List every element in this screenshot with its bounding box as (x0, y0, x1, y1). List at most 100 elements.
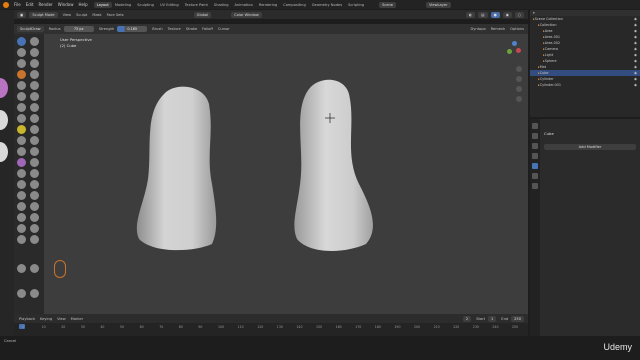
visibility-eye-icon[interactable]: ◉ (634, 71, 637, 75)
workspace-tab-animation[interactable]: Animation (232, 2, 256, 8)
box-mask-icon[interactable] (17, 191, 26, 200)
mask-by-color-icon[interactable] (30, 235, 39, 244)
box-face-set-icon[interactable] (17, 202, 26, 211)
cloth-filter-icon[interactable] (17, 224, 26, 233)
menu-face-sets[interactable]: Face Sets (107, 13, 124, 17)
layer-icon[interactable] (30, 59, 39, 68)
mask-icon[interactable] (17, 180, 26, 189)
fill-icon[interactable] (30, 92, 39, 101)
clay-strips-icon[interactable] (30, 48, 39, 57)
workspace-tab-geometry-nodes[interactable]: Geometry Nodes (309, 2, 345, 8)
scrape-icon[interactable] (17, 103, 26, 112)
workspace-tab-compositing[interactable]: Compositing (280, 2, 309, 8)
render-shading-icon[interactable]: ○ (514, 11, 524, 18)
inflate-icon[interactable] (17, 70, 26, 79)
blob-icon[interactable] (30, 70, 39, 79)
mode-selector[interactable]: Sculpt Mode (29, 11, 58, 18)
draw-brush-icon[interactable] (17, 37, 26, 46)
render-tab-icon[interactable] (532, 133, 538, 139)
edit-face-set-icon[interactable] (17, 235, 26, 244)
visibility-eye-icon[interactable]: ◉ (634, 77, 637, 81)
workspace-tab-sculpting[interactable]: Sculpting (134, 2, 157, 8)
line-project-icon[interactable] (17, 213, 26, 222)
transform-orientation[interactable]: Global (193, 11, 212, 18)
perspective-toggle-icon[interactable] (516, 96, 522, 102)
timeline-marker-menu[interactable]: Marker (71, 317, 83, 321)
visibility-eye-icon[interactable]: ◉ (634, 23, 637, 27)
color-filter-icon[interactable] (30, 224, 39, 233)
menu-view[interactable]: View (63, 13, 72, 17)
current-frame-field[interactable]: 2 (462, 315, 472, 322)
strength-slider[interactable]: 0.165 (117, 26, 148, 32)
rotate-icon[interactable] (30, 147, 39, 156)
clay-thumb-icon[interactable] (17, 59, 26, 68)
workspace-tab-rendering[interactable]: Rendering (256, 2, 280, 8)
modifier-tab-icon[interactable] (532, 163, 538, 169)
right-sculpt-mesh[interactable] (294, 79, 373, 251)
timeline-view-menu[interactable]: View (57, 317, 66, 321)
rotate-transform-icon[interactable] (30, 264, 39, 273)
menu-file[interactable]: File (14, 2, 21, 7)
menu-window[interactable]: Window (58, 2, 74, 7)
tool-tab-icon[interactable] (532, 123, 538, 129)
visibility-eye-icon[interactable]: ◉ (634, 47, 637, 51)
menu-render[interactable]: Render (38, 2, 52, 7)
navigation-gizmo[interactable] (504, 40, 524, 60)
material-shading-icon[interactable]: ◉ (502, 11, 512, 18)
visibility-eye-icon[interactable]: ◉ (634, 17, 637, 21)
workspace-tab-texture-paint[interactable]: Texture Paint (182, 2, 211, 8)
workspace-tab-uv-editing[interactable]: UV Editing (157, 2, 182, 8)
thumb-icon[interactable] (17, 136, 26, 145)
simplify-icon[interactable] (30, 169, 39, 178)
overlay-icon[interactable]: ◐ (466, 11, 476, 18)
pan-icon[interactable] (516, 76, 522, 82)
draw-sharp-icon[interactable] (30, 37, 39, 46)
timeline-playback-menu[interactable]: Playback (19, 317, 35, 321)
flatten-icon[interactable] (17, 92, 26, 101)
outliner-row[interactable]: ▸ Cylinder.001 ◉ (530, 82, 640, 88)
view-layer-selector[interactable]: ViewLayer (426, 1, 451, 8)
workspace-tab-scripting[interactable]: Scripting (345, 2, 367, 8)
color-window-field[interactable]: Color Window (231, 11, 262, 18)
3d-viewport[interactable]: User Perspective (2) Cube (44, 34, 528, 314)
visibility-eye-icon[interactable]: ◉ (634, 29, 637, 33)
multiplane-scrape-icon[interactable] (30, 103, 39, 112)
object-tab-icon[interactable] (532, 173, 538, 179)
scene-tab-icon[interactable] (532, 153, 538, 159)
dyntopo-menu[interactable]: Dyntopo (470, 27, 485, 31)
output-tab-icon[interactable] (532, 143, 538, 149)
visibility-eye-icon[interactable]: ◉ (634, 35, 637, 39)
y-axis-icon[interactable] (507, 49, 512, 54)
menu-mask[interactable]: Mask (92, 13, 101, 17)
solid-shading-icon[interactable]: ● (490, 11, 500, 18)
cursor-menu[interactable]: Cursor (218, 27, 230, 31)
menu-sculpt[interactable]: Sculpt (76, 13, 87, 17)
smooth-icon[interactable] (30, 81, 39, 90)
scale-icon[interactable] (30, 289, 39, 298)
visibility-eye-icon[interactable]: ◉ (634, 41, 637, 45)
z-axis-icon[interactable] (512, 41, 517, 46)
brush-menu[interactable]: Brush (152, 27, 162, 31)
scene-selector[interactable]: Scene (379, 1, 397, 8)
draw-face-sets-icon[interactable] (30, 180, 39, 189)
slide-relax-icon[interactable] (17, 158, 26, 167)
boundary-icon[interactable] (30, 158, 39, 167)
clay-icon[interactable] (17, 48, 26, 57)
crease-icon[interactable] (17, 81, 26, 90)
box-hide-icon[interactable] (30, 191, 39, 200)
visibility-eye-icon[interactable]: ◉ (634, 59, 637, 63)
zoom-icon[interactable] (516, 66, 522, 72)
nudge-icon[interactable] (17, 147, 26, 156)
snake-hook-icon[interactable] (30, 125, 39, 134)
cloth-icon[interactable] (17, 169, 26, 178)
start-frame-field[interactable]: 1 (488, 315, 497, 322)
move-icon[interactable] (17, 264, 26, 273)
menu-help[interactable]: Help (78, 2, 87, 7)
workspace-tab-layout[interactable]: Layout (93, 1, 112, 8)
visibility-eye-icon[interactable]: ◉ (634, 65, 637, 69)
end-frame-field[interactable]: 250 (511, 315, 524, 322)
workspace-tab-shading[interactable]: Shading (211, 2, 232, 8)
falloff-menu[interactable]: Falloff (202, 27, 213, 31)
brush-selector[interactable]: SculptDraw (17, 26, 44, 32)
radius-slider[interactable]: 75 px (63, 26, 94, 32)
